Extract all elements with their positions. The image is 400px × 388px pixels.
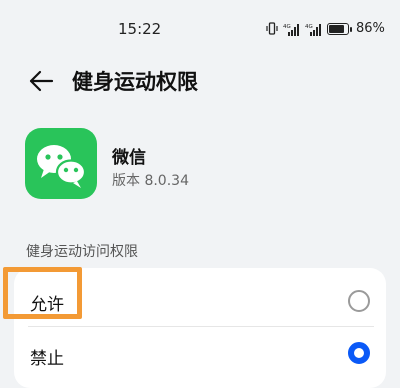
section-label: 健身运动访问权限: [26, 244, 138, 260]
divider: [28, 326, 374, 327]
signal-4g-icon: 4G: [305, 23, 321, 36]
battery-percent: 86%: [356, 21, 385, 36]
wechat-logo-icon: [25, 128, 97, 199]
battery-fill: [329, 24, 344, 33]
status-time: 15:22: [118, 20, 162, 38]
highlight-box: [3, 267, 82, 319]
wechat-bubbles-icon: [37, 145, 87, 188]
page-header: 健身运动权限: [0, 58, 400, 102]
signal-4g-icon: 4G: [283, 23, 299, 36]
app-version: 版本 8.0.34: [112, 173, 189, 189]
status-icons: 4G 4G 86%: [266, 21, 385, 36]
page-title: 健身运动权限: [72, 70, 198, 94]
vibrate-icon: [266, 22, 278, 35]
battery-icon: [327, 22, 352, 35]
app-name: 微信: [112, 148, 146, 168]
back-arrow-icon[interactable]: [28, 68, 54, 94]
svg-text:4G: 4G: [283, 24, 291, 30]
svg-text:4G: 4G: [305, 24, 313, 30]
option-deny-radio[interactable]: [348, 342, 370, 364]
status-bar: 15:22 4G 4G 86%: [0, 0, 400, 58]
option-allow-radio[interactable]: [348, 290, 370, 312]
option-deny-label[interactable]: 禁止: [30, 344, 64, 369]
